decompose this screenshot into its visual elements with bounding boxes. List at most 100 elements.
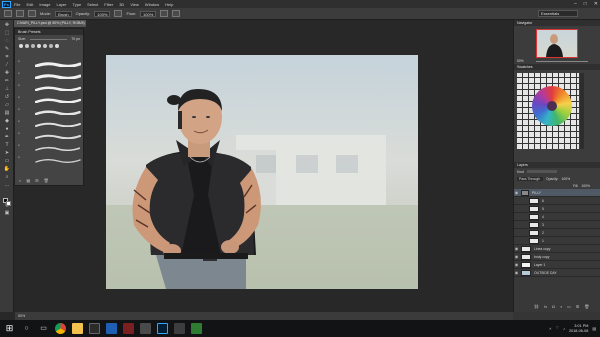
- visibility-eye-icon[interactable]: ◉: [514, 262, 519, 267]
- menu-edit[interactable]: Edit: [26, 2, 33, 7]
- layer-row[interactable]: ◉ OUTSIDE DAY: [514, 269, 600, 277]
- screen-mode-icon[interactable]: ▣: [3, 210, 11, 216]
- layer-fill-value[interactable]: 100%: [581, 184, 590, 188]
- delete-layer-icon[interactable]: 🗑: [584, 304, 589, 309]
- photoshop-taskbar-icon[interactable]: [157, 323, 168, 334]
- brush-stroke-preview[interactable]: [34, 86, 82, 92]
- new-brush-icon[interactable]: ⊞: [35, 178, 38, 183]
- pressure-opacity-icon[interactable]: [114, 10, 123, 17]
- flow-field[interactable]: 100%: [140, 10, 157, 17]
- menu-image[interactable]: Image: [39, 2, 50, 7]
- workspace-select[interactable]: Essentials: [538, 10, 578, 17]
- brush-tip[interactable]: [55, 44, 59, 48]
- mode-select[interactable]: Brush: [55, 10, 72, 17]
- app-icon[interactable]: [140, 323, 151, 334]
- brush-size-icon[interactable]: [16, 10, 24, 17]
- minimize-icon[interactable]: –: [574, 1, 577, 7]
- navigator-zoom-value[interactable]: 50%: [517, 59, 524, 63]
- brush-settings-icon[interactable]: ▦: [26, 178, 30, 183]
- quick-select-tool-icon[interactable]: ✎: [3, 46, 11, 52]
- link-layers-icon[interactable]: ⛓: [534, 304, 539, 309]
- brush-stroke-preview[interactable]: [34, 62, 82, 68]
- file-explorer-icon[interactable]: [72, 323, 83, 334]
- airbrush-icon[interactable]: [160, 10, 169, 17]
- app-icon[interactable]: [174, 323, 185, 334]
- brush-tip[interactable]: [43, 44, 47, 48]
- history-brush-tool-icon[interactable]: ↺: [3, 94, 11, 100]
- close-icon[interactable]: ✕: [594, 1, 598, 7]
- brush-tip[interactable]: [49, 44, 53, 48]
- type-tool-icon[interactable]: T: [3, 142, 11, 148]
- layer-row[interactable]: ◉ Layer 1: [514, 261, 600, 269]
- eyedropper-tool-icon[interactable]: ⁄: [3, 62, 11, 68]
- new-layer-icon[interactable]: ⊞: [576, 304, 579, 309]
- layer-row[interactable]: 4: [514, 213, 600, 221]
- tray-chevron-icon[interactable]: ˄: [549, 327, 551, 331]
- dodge-tool-icon[interactable]: ●: [3, 126, 11, 132]
- opacity-field[interactable]: 100%: [94, 10, 111, 17]
- hand-tool-icon[interactable]: ✋: [3, 166, 11, 172]
- maximize-icon[interactable]: □: [584, 1, 587, 7]
- healing-brush-tool-icon[interactable]: ✚: [3, 70, 11, 76]
- menu-file[interactable]: File: [14, 2, 20, 7]
- brush-size-value[interactable]: 70 px: [71, 37, 80, 41]
- path-selection-tool-icon[interactable]: ➤: [3, 150, 11, 156]
- delete-brush-icon[interactable]: 🗑: [44, 178, 49, 183]
- brush-size-slider[interactable]: [30, 38, 68, 40]
- background-color-swatch[interactable]: [6, 201, 11, 206]
- menu-layer[interactable]: Layer: [56, 2, 66, 7]
- menu-window[interactable]: Window: [145, 2, 159, 7]
- pen-tool-icon[interactable]: ✒: [3, 134, 11, 140]
- visibility-eye-icon[interactable]: ◉: [514, 254, 519, 259]
- brush-tip[interactable]: [19, 44, 23, 48]
- zoom-tool-icon[interactable]: ⌕: [3, 174, 11, 180]
- navigator-thumbnail[interactable]: [536, 29, 578, 58]
- menu-help[interactable]: Help: [165, 2, 173, 7]
- brush-stroke-preview[interactable]: [34, 74, 82, 80]
- layer-row[interactable]: 6: [514, 197, 600, 205]
- layer-filter-icons[interactable]: [526, 170, 557, 173]
- layer-filter-kind[interactable]: Kind: [517, 170, 524, 174]
- menu-3d[interactable]: 3D: [119, 2, 124, 7]
- brush-tip[interactable]: [37, 44, 41, 48]
- layer-row[interactable]: 5: [514, 205, 600, 213]
- brush-tip[interactable]: [31, 44, 35, 48]
- layer-row[interactable]: 2: [514, 229, 600, 237]
- visibility-eye-icon[interactable]: ◉: [514, 190, 519, 195]
- layer-row[interactable]: 1: [514, 237, 600, 245]
- brush-tool-icon[interactable]: ✏: [3, 78, 11, 84]
- menu-select[interactable]: Select: [87, 2, 98, 7]
- visibility-eye-icon[interactable]: ◉: [514, 246, 519, 251]
- menu-filter[interactable]: Filter: [104, 2, 113, 7]
- steam-icon[interactable]: [106, 323, 117, 334]
- brush-stroke-preview[interactable]: [35, 146, 81, 152]
- volume-icon[interactable]: ♪: [563, 327, 565, 331]
- pressure-size-icon[interactable]: [172, 10, 181, 17]
- brush-tool-preset-icon[interactable]: [4, 10, 12, 17]
- adjustment-layer-icon[interactable]: ◑: [560, 304, 562, 309]
- task-view-icon[interactable]: ▭: [38, 323, 49, 334]
- network-icon[interactable]: ⌔: [555, 326, 559, 331]
- windows-start-icon[interactable]: ⊞: [4, 323, 15, 334]
- brush-panel-toggle-icon[interactable]: [28, 10, 36, 17]
- layer-opacity-value[interactable]: 100%: [561, 177, 570, 181]
- document-tab[interactable]: CIVARI_PILLY.psd @ 50% (PILLY, RGB/8) *: [14, 20, 86, 27]
- toggle-preview-icon[interactable]: ◐: [19, 178, 21, 183]
- rectangle-tool-icon[interactable]: ▭: [3, 158, 11, 164]
- menu-view[interactable]: View: [130, 2, 139, 7]
- more-tools-icon[interactable]: …: [3, 182, 11, 188]
- visibility-eye-icon[interactable]: ◉: [514, 270, 519, 275]
- document-canvas[interactable]: [106, 55, 418, 289]
- layer-style-icon[interactable]: fx: [544, 304, 547, 309]
- layer-row[interactable]: 3: [514, 221, 600, 229]
- app-icon[interactable]: [123, 323, 134, 334]
- status-zoom[interactable]: 50%: [18, 314, 25, 318]
- blur-tool-icon[interactable]: ◆: [3, 118, 11, 124]
- marquee-tool-icon[interactable]: ⬚: [3, 30, 11, 36]
- brush-stroke-preview[interactable]: [35, 158, 81, 163]
- brush-stroke-preview[interactable]: [34, 98, 82, 104]
- notifications-icon[interactable]: ▤: [592, 326, 596, 331]
- search-icon[interactable]: ○: [21, 323, 32, 334]
- brush-stroke-preview[interactable]: [34, 110, 82, 116]
- layer-row[interactable]: ◉ Linea copy: [514, 245, 600, 253]
